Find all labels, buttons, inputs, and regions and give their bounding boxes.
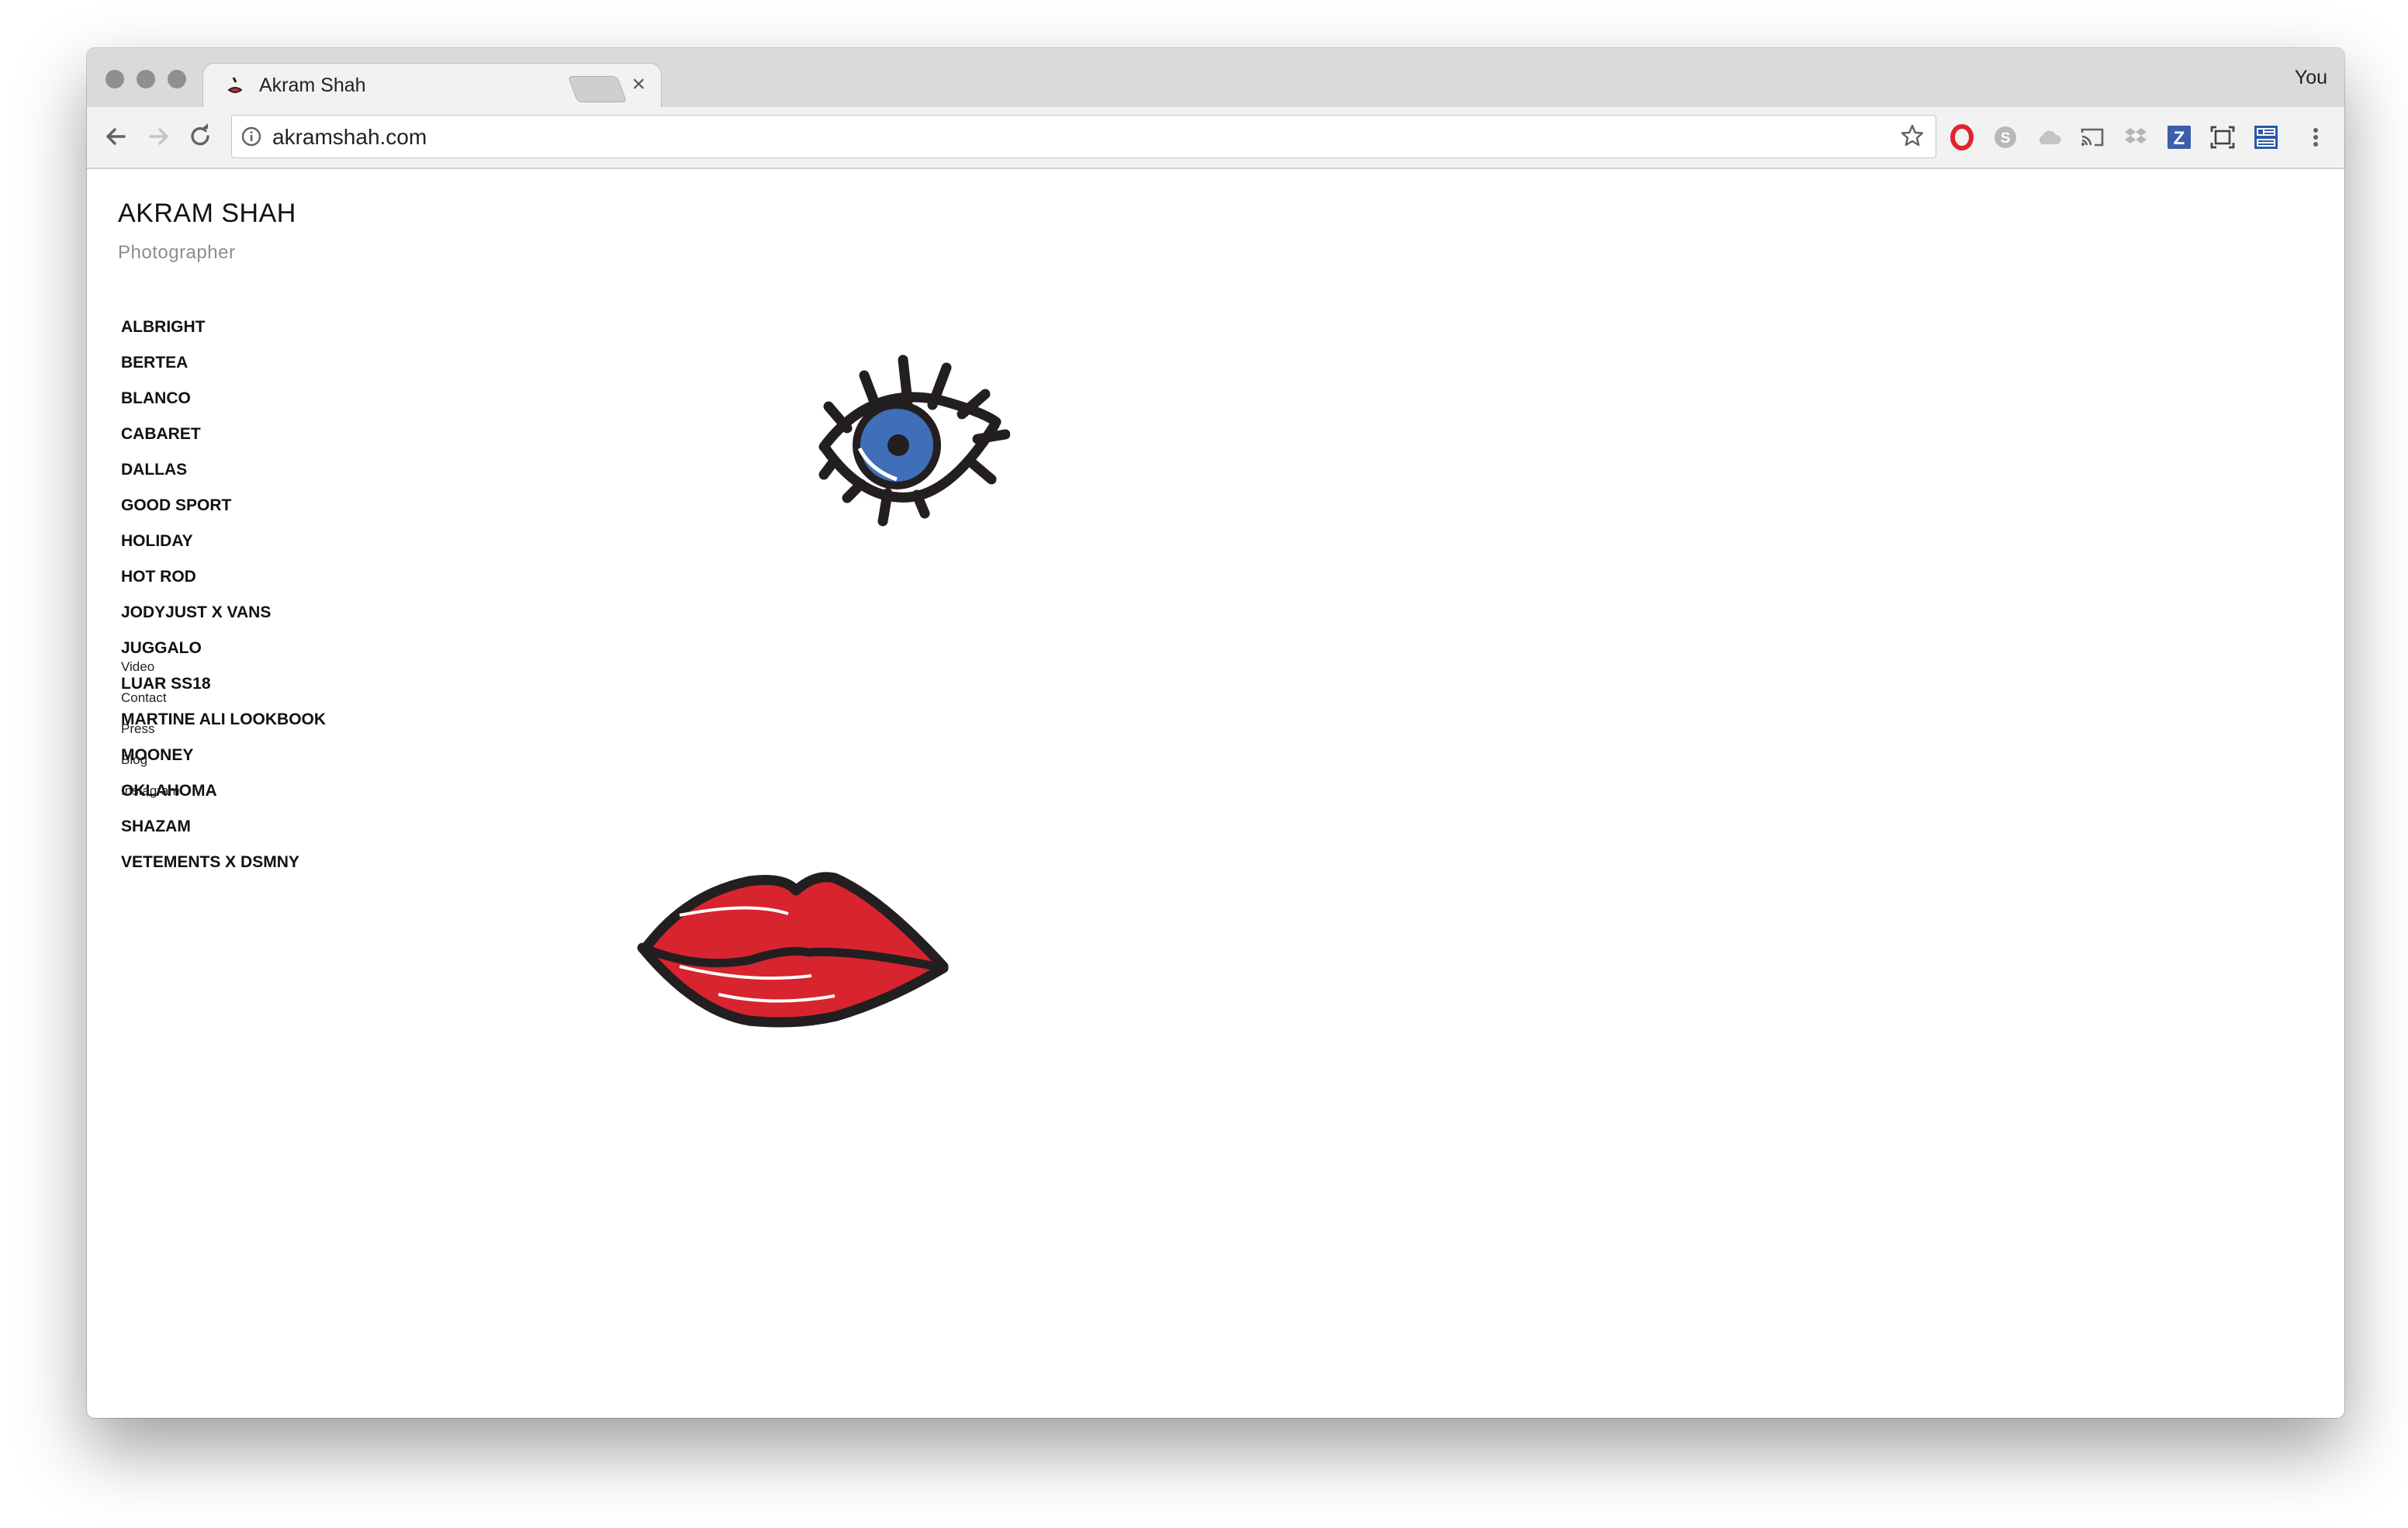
secondary-nav: Video Contact Press Blog Instagram [121, 658, 180, 813]
project-link[interactable]: DALLAS [121, 459, 326, 495]
close-window-button[interactable] [106, 70, 124, 88]
project-link[interactable]: HOLIDAY [121, 531, 326, 566]
zoom-window-button[interactable] [168, 70, 186, 88]
svg-text:Z: Z [2174, 128, 2185, 149]
cast-icon[interactable] [2079, 124, 2105, 150]
site-subtitle: Photographer [118, 242, 236, 263]
video-link[interactable]: Video [121, 658, 180, 689]
tab-title: Akram Shah [259, 74, 366, 96]
minimize-window-button[interactable] [137, 70, 155, 88]
project-link[interactable]: JODYJUST X VANS [121, 602, 326, 638]
press-link[interactable]: Press [121, 720, 180, 751]
tab-close-icon[interactable]: × [631, 71, 645, 98]
svg-text:S: S [2001, 130, 2011, 147]
screenshot-icon[interactable] [2209, 124, 2236, 150]
opera-icon[interactable] [1949, 124, 1975, 150]
eye-illustration[interactable] [816, 354, 1010, 532]
zotero-icon[interactable]: Z [2166, 124, 2192, 150]
site-favicon-icon [227, 77, 243, 93]
site-title[interactable]: AKRAM SHAH [118, 199, 296, 229]
forward-arrow-icon[interactable] [143, 121, 174, 152]
address-bar[interactable]: akramshah.com [231, 115, 1936, 158]
lips-illustration[interactable] [633, 870, 959, 1033]
blog-link[interactable]: Blog [121, 751, 180, 782]
project-link[interactable]: BLANCO [121, 388, 326, 423]
bookmark-star-icon[interactable] [1900, 123, 1925, 148]
project-link[interactable]: BERTEA [121, 352, 326, 388]
browser-window: Akram Shah × You akramshah.com S Z AKRAM… [87, 48, 2344, 1418]
news-icon[interactable] [2253, 124, 2279, 150]
contact-link[interactable]: Contact [121, 689, 180, 720]
project-link[interactable]: SHAZAM [121, 816, 326, 852]
reload-icon[interactable] [185, 121, 216, 152]
tab-strip: Akram Shah × You [87, 48, 2344, 109]
project-link[interactable]: ALBRIGHT [121, 316, 326, 352]
project-link[interactable]: HOT ROD [121, 566, 326, 602]
new-tab-button[interactable] [567, 76, 628, 102]
skype-icon[interactable]: S [1992, 124, 2019, 150]
project-link[interactable]: CABARET [121, 423, 326, 459]
browser-toolbar: akramshah.com S Z [87, 107, 2344, 169]
project-link[interactable]: GOOD SPORT [121, 495, 326, 531]
page-content: AKRAM SHAH Photographer ALBRIGHT BERTEA … [87, 169, 2344, 1418]
project-link[interactable]: VETEMENTS X DSMNY [121, 852, 326, 887]
menu-icon[interactable] [2302, 124, 2329, 150]
instagram-link[interactable]: Instagram [121, 782, 180, 813]
back-arrow-icon[interactable] [101, 121, 132, 152]
url-text: akramshah.com [272, 125, 427, 149]
dropbox-icon[interactable] [2123, 124, 2149, 150]
cloud-icon[interactable] [2036, 124, 2062, 150]
info-icon[interactable] [241, 126, 261, 147]
profile-button[interactable]: You [2295, 67, 2327, 89]
